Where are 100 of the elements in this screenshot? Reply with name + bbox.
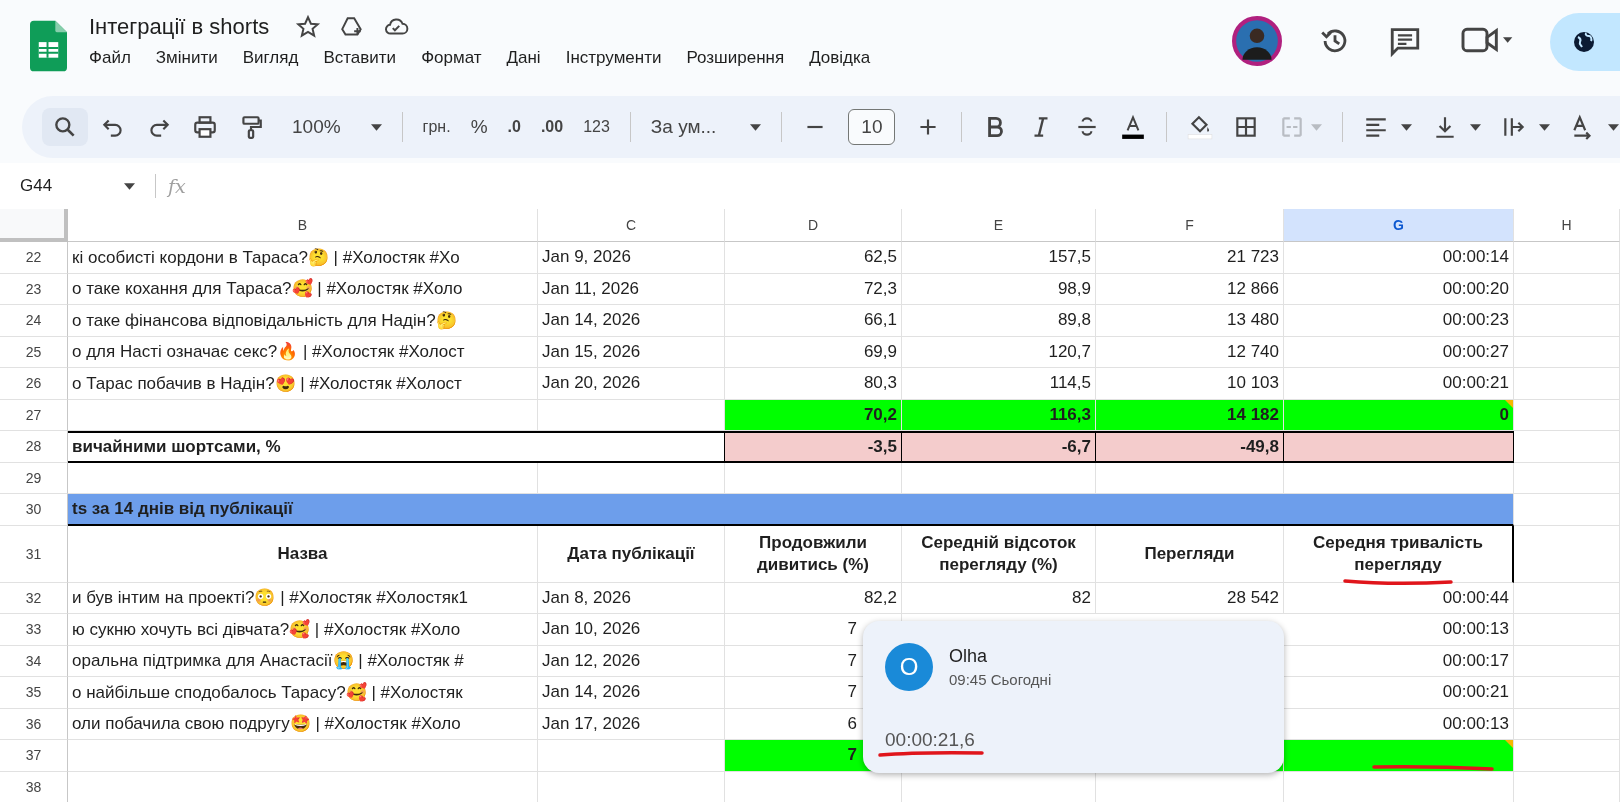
column-header[interactable]: B [68, 209, 538, 242]
increase-decimals-button[interactable]: .00 [540, 118, 564, 136]
table-cell: Jan 14, 2026 [538, 305, 725, 337]
row-number[interactable]: 25 [0, 336, 68, 368]
table-cell: 12 866 [1096, 273, 1284, 305]
table-cell: оральна підтримка для Анастасії😭 | #Холостяк # [68, 645, 538, 677]
row-number[interactable]: 35 [0, 677, 68, 709]
star-icon[interactable] [295, 14, 322, 40]
row-number[interactable]: 33 [0, 614, 68, 646]
row-number[interactable]: 23 [0, 273, 68, 305]
column-title: Назва [68, 525, 538, 583]
table-cell: 00:00:27 [1284, 336, 1514, 368]
table-cell: -49,8 [1096, 431, 1284, 463]
table-cell: 28 542 [1096, 582, 1284, 614]
table-cell: о Тарас побачив в Надін?😍 | #Холостяк #Холост [68, 368, 538, 400]
table-cell: 00:00:21 [1284, 368, 1514, 400]
row-number[interactable]: 37 [0, 740, 68, 772]
column-header[interactable]: F [1096, 209, 1284, 242]
caret-icon[interactable] [1401, 123, 1413, 131]
percent-button[interactable]: % [470, 116, 488, 138]
formula-label: fx [168, 175, 186, 197]
column-header[interactable]: G [1284, 209, 1514, 242]
caret-icon[interactable] [1470, 123, 1482, 131]
zoom-select[interactable]: 100% [292, 116, 341, 138]
total-cell: 14 182 [1096, 399, 1284, 431]
table-cell: 98,9 [902, 273, 1096, 305]
table-cell: 69,9 [725, 336, 902, 368]
table-cell: 82 [902, 582, 1096, 614]
table-cell: о таке кохання для Тараса?🥰 | #Холостяк #Холо [68, 273, 538, 305]
sheets-logo-icon[interactable] [30, 20, 67, 72]
document-title[interactable]: Інтеграції в shorts [89, 14, 270, 40]
table-cell: Jan 14, 2026 [538, 677, 725, 709]
font-select[interactable]: За ум... [650, 116, 717, 138]
table-cell: Jan 8, 2026 [538, 582, 725, 614]
row-number[interactable]: 28 [0, 431, 68, 463]
table-cell: 72,3 [725, 273, 902, 305]
row-number[interactable]: 32 [0, 582, 68, 614]
decrease-decimals-button[interactable]: .0 [507, 118, 521, 136]
row-number[interactable]: 36 [0, 708, 68, 740]
column-title: Середня тривалість перегляду [1284, 525, 1514, 583]
currency-button[interactable]: грн. [422, 118, 451, 136]
table-cell: 10 103 [1096, 368, 1284, 400]
total-cell: 116,3 [902, 399, 1096, 431]
table-cell: Jan 11, 2026 [538, 273, 725, 305]
menu-item[interactable]: Інструменти [565, 48, 662, 68]
table-cell: 120,7 [902, 336, 1096, 368]
number-format-button[interactable]: 123 [583, 118, 610, 136]
table-cell: кі особисті кордони в Тараса?🤔 | #Холостяк #Хо [68, 242, 538, 274]
menu-item[interactable]: Вигляд [242, 48, 299, 68]
table-cell: -6,7 [902, 431, 1096, 463]
column-header[interactable]: C [538, 209, 725, 242]
table-cell: Jan 9, 2026 [538, 242, 725, 274]
menu-item[interactable]: Файл [89, 48, 131, 68]
table-cell: Jan 17, 2026 [538, 708, 725, 740]
print-icon[interactable] [192, 114, 218, 140]
row-number[interactable]: 31 [0, 525, 68, 583]
column-header[interactable]: D [725, 209, 902, 242]
text-color-icon[interactable] [1120, 114, 1147, 140]
column-header[interactable]: E [902, 209, 1096, 242]
row-number[interactable]: 26 [0, 368, 68, 400]
name-box[interactable]: G44 [20, 176, 120, 196]
menu-item[interactable]: Дані [506, 48, 541, 68]
row-number[interactable]: 30 [0, 494, 68, 526]
caret-icon[interactable] [1539, 123, 1551, 131]
total-cell: 70,2 [725, 399, 902, 431]
table-cell: 00:00:20 [1284, 273, 1514, 305]
row-number[interactable]: 27 [0, 399, 68, 431]
section-title: ts за 14 днів від публікації [68, 494, 1514, 526]
menu-item[interactable]: Формат [421, 48, 482, 68]
row-number[interactable]: 29 [0, 462, 68, 494]
menu-item[interactable]: Розширення [686, 48, 785, 68]
row-number[interactable]: 22 [0, 242, 68, 274]
share-button[interactable] [1550, 13, 1620, 71]
table-cell: Jan 12, 2026 [538, 645, 725, 677]
table-cell: 80,3 [725, 368, 902, 400]
fill-color-icon[interactable] [1187, 114, 1214, 140]
caret-icon[interactable] [370, 123, 382, 131]
menu-item[interactable]: Довідка [809, 48, 871, 68]
avatar-icon[interactable] [1232, 16, 1282, 66]
column-title: Дата публікації [538, 525, 725, 583]
table-cell: 00:00:14 [1284, 242, 1514, 274]
menu-item[interactable]: Змінити [155, 48, 218, 68]
table-cell: и був інтим на проекті?😳 | #Холостяк #Холостяк1 [68, 582, 538, 614]
caret-icon[interactable] [1608, 123, 1620, 131]
row-number[interactable]: 34 [0, 645, 68, 677]
menu-item[interactable]: Вставити [323, 48, 397, 68]
table-cell: -3,5 [725, 431, 902, 463]
font-size-field[interactable]: 10 [848, 109, 896, 145]
comment-avatar: O [885, 643, 933, 691]
table-cell: Jan 15, 2026 [538, 336, 725, 368]
column-header[interactable]: H [1514, 209, 1620, 242]
caret-icon[interactable] [124, 182, 135, 190]
table-cell: 82,2 [725, 582, 902, 614]
table-cell: о найбільше сподобалось Тарасу?🥰 | #Холостяк [68, 677, 538, 709]
table-cell: 21 723 [1096, 242, 1284, 274]
caret-icon[interactable] [750, 123, 762, 131]
table-cell: 12 740 [1096, 336, 1284, 368]
row-number[interactable]: 24 [0, 305, 68, 337]
table-cell: 13 480 [1096, 305, 1284, 337]
table-cell: 89,8 [902, 305, 1096, 337]
